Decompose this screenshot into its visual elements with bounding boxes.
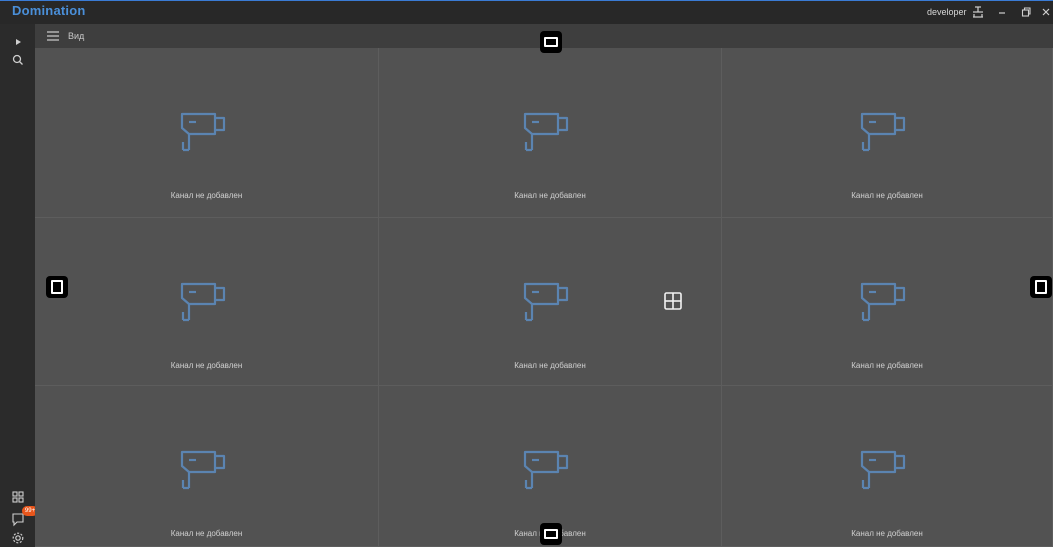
channel-empty-label: Канал не добавлен [514, 361, 586, 370]
snap-right-icon[interactable] [1029, 275, 1053, 299]
channel-empty-label: Канал не добавлен [514, 191, 586, 200]
channel-empty-label: Канал не добавлен [170, 191, 243, 200]
camera-cell[interactable]: Канал не добавлен [35, 218, 379, 386]
channel-empty-label: Канал не добавлен [851, 361, 923, 370]
snap-bottom-icon[interactable] [539, 522, 563, 546]
grid-layout-icon[interactable] [10, 489, 26, 505]
quad-layout-icon[interactable] [662, 290, 684, 312]
camera-cell[interactable]: Канал не добавлен [722, 218, 1053, 386]
camera-icon [180, 450, 225, 490]
current-user[interactable]: developer [927, 7, 967, 17]
camera-icon [523, 282, 569, 322]
channel-empty-label: Канал не добавлен [170, 361, 243, 370]
minimize-icon[interactable] [995, 5, 1009, 19]
camera-cell[interactable]: Канал не добавлен [35, 386, 379, 547]
camera-icon [180, 282, 225, 322]
camera-grid: Канал не добавлен Канал не добавлен Канал … [35, 48, 1053, 547]
camera-cell[interactable]: Канал не добавлен [722, 386, 1053, 547]
camera-icon [860, 112, 906, 152]
snap-left-icon[interactable] [45, 275, 69, 299]
channel-empty-label: Канал не добавлен [170, 529, 243, 538]
camera-icon [860, 282, 906, 322]
gear-icon[interactable] [10, 530, 26, 546]
snap-top-icon[interactable] [539, 30, 563, 54]
camera-icon [180, 112, 225, 152]
camera-icon [523, 112, 569, 152]
restore-icon[interactable] [1019, 5, 1033, 19]
camera-cell[interactable]: Канал не добавлен [722, 48, 1053, 218]
view-menu-label[interactable]: Вид [68, 31, 84, 41]
channel-empty-label: Канал не добавлен [851, 529, 923, 538]
menu-icon[interactable] [46, 30, 60, 42]
app-title: Domination [12, 3, 86, 18]
channel-empty-label: Канал не добавлен [851, 191, 923, 200]
camera-icon [860, 450, 906, 490]
play-icon[interactable] [10, 34, 26, 50]
camera-cell[interactable]: Канал не добавлен [379, 48, 722, 218]
search-icon[interactable] [10, 52, 26, 68]
title-bar: Domination developer [0, 0, 1053, 24]
close-icon[interactable] [1039, 5, 1053, 19]
network-icon[interactable] [971, 5, 985, 19]
camera-cell[interactable]: Канал не добавлен [35, 48, 379, 218]
sidebar: 99+ [0, 24, 38, 547]
camera-icon [523, 450, 569, 490]
